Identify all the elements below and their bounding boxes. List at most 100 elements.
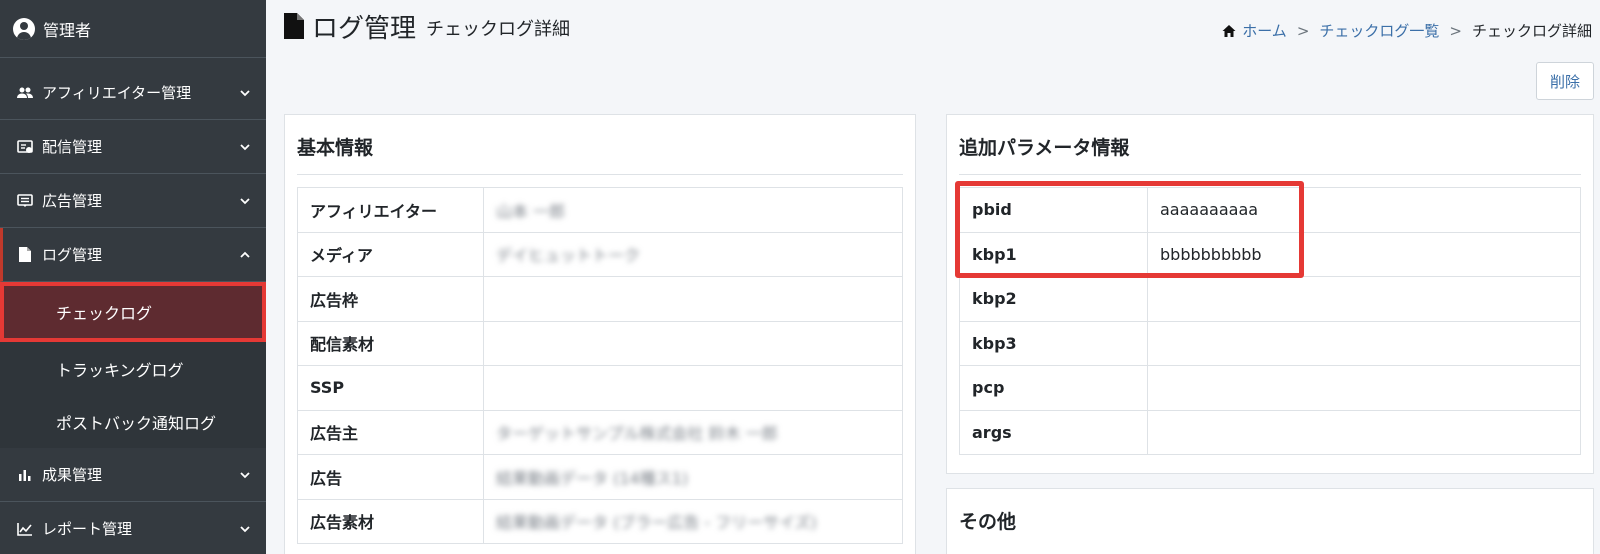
breadcrumb: ホーム > チェックログ一覧 > チェックログ詳細 (1222, 20, 1592, 41)
breadcrumb-home-link[interactable]: ホーム (1242, 20, 1287, 41)
card-body: アフィリエイター 山本 一郎 メディア デイヒュットトーク 広告枠 配信素材 SSP 広告主タ… (285, 187, 915, 544)
extra-params-table: pbid aaaaaaaaaa kbp1 bbbbbbbbbb kbp2 kbp3 pcp a… (959, 187, 1581, 455)
table-row: 配信素材 (297, 320, 903, 366)
redacted-value: 結果動画データ (14種ス1) (496, 468, 689, 488)
sidebar-item-label: アフィリエイター管理 (42, 84, 192, 102)
field-value: 結果動画データ (14種ス1) (483, 454, 903, 500)
sidebar-item-delivery[interactable]: 配信管理 (0, 120, 266, 174)
field-key: args (959, 409, 1148, 455)
table-row: pcp (959, 365, 1581, 411)
sidebar: 管理者 アフィリエイター管理 配信管理 広告管理 ログ管理 チェックログ トラッ… (0, 0, 266, 554)
main-content: ログ管理 チェックログ詳細 ホーム > チェックログ一覧 > チェックログ詳細 … (266, 0, 1600, 554)
chevron-down-icon (240, 143, 250, 150)
field-key: 広告枠 (297, 276, 484, 322)
ad-icon (16, 192, 34, 210)
sidebar-item-reports[interactable]: レポート管理 (0, 502, 266, 554)
redacted-value: 山本 一郎 (496, 201, 566, 221)
card-title: 追加パラメータ情報 (959, 115, 1581, 175)
page-subtitle: チェックログ詳細 (426, 19, 571, 40)
user-name: 管理者 (43, 20, 92, 40)
table-row: kbp2 (959, 276, 1581, 322)
chevron-down-icon (240, 525, 250, 532)
sidebar-item-label: 配信管理 (42, 138, 103, 156)
chevron-up-icon (240, 251, 250, 258)
field-value (1147, 276, 1581, 322)
sidebar-subitem-check-log[interactable]: チェックログ (0, 282, 266, 342)
redacted-value: デイヒュットトーク (496, 246, 641, 266)
table-row: メディア デイヒュットトーク (297, 231, 903, 277)
delete-button[interactable]: 削除 (1536, 62, 1594, 100)
field-key: pcp (959, 365, 1148, 411)
sidebar-item-results[interactable]: 成果管理 (0, 448, 266, 502)
breadcrumb-separator: > (1449, 21, 1462, 40)
file-icon (284, 13, 304, 39)
field-key: SSP (297, 365, 484, 411)
user-panel[interactable]: 管理者 (0, 0, 266, 58)
line-chart-icon (16, 520, 34, 538)
table-row: 広告枠 (297, 276, 903, 322)
table-row: args (959, 409, 1581, 455)
page-title: ログ管理 (312, 14, 417, 44)
breadcrumb-separator: > (1296, 21, 1310, 40)
extra-params-card: 追加パラメータ情報 pbid aaaaaaaaaa kbp1 bbbbbbbbbb kb… (946, 114, 1594, 474)
field-key: 広告主 (297, 409, 484, 455)
field-value (483, 320, 903, 366)
field-value: ターゲットサンプル株式会社 鈴木 一郎 (483, 409, 903, 455)
table-row: 広告主 ターゲットサンプル株式会社 鈴木 一郎 (297, 409, 903, 455)
sidebar-item-label: レポート管理 (42, 520, 133, 538)
file-icon (16, 246, 34, 264)
field-value (1147, 365, 1581, 411)
home-icon (1222, 24, 1236, 37)
field-key: メディア (297, 231, 484, 277)
sidebar-subitem-postback-log[interactable]: ポストバック通知ログ (0, 395, 266, 448)
table-row: pbid aaaaaaaaaa (959, 187, 1581, 233)
field-value (483, 365, 903, 411)
log-submenu: チェックログ トラッキングログ ポストバック通知ログ (0, 282, 266, 448)
breadcrumb-list-link[interactable]: チェックログ一覧 (1319, 20, 1439, 41)
card-title: 基本情報 (297, 115, 903, 175)
field-value: 山本 一郎 (483, 187, 903, 233)
basic-info-card: 基本情報 アフィリエイター 山本 一郎 メディア デイヒュットトーク 広告枠 配信素材 SS… (284, 114, 916, 554)
card-body: pbid aaaaaaaaaa kbp1 bbbbbbbbbb kbp2 kbp3 pcp a… (947, 187, 1593, 455)
table-row: 広告素材 結果動画データ (ブラー広告 - フリーサイズ) (297, 498, 903, 544)
chevron-down-icon (240, 197, 250, 204)
other-card: その他 (946, 488, 1594, 554)
field-value (1147, 409, 1581, 455)
table-row: SSP (297, 365, 903, 411)
bar-chart-icon (16, 466, 34, 484)
field-key: アフィリエイター (297, 187, 484, 233)
breadcrumb-current: チェックログ詳細 (1471, 22, 1592, 40)
basic-info-table: アフィリエイター 山本 一郎 メディア デイヒュットトーク 広告枠 配信素材 SSP 広告主タ… (297, 187, 903, 544)
field-value (1147, 320, 1581, 366)
table-row: kbp1 bbbbbbbbbb (959, 231, 1581, 277)
chevron-down-icon (240, 89, 250, 96)
field-value: bbbbbbbbbb (1147, 231, 1581, 277)
page-header: ログ管理 チェックログ詳細 (284, 8, 570, 45)
field-key: pbid (959, 187, 1148, 233)
user-circle-icon (13, 17, 35, 40)
chevron-down-icon (240, 471, 250, 478)
field-key: kbp1 (959, 231, 1148, 277)
table-row: 広告 結果動画データ (14種ス1) (297, 454, 903, 500)
field-key: kbp2 (959, 276, 1148, 322)
sidebar-item-affiliate[interactable]: アフィリエイター管理 (0, 66, 266, 120)
sidebar-item-label: ログ管理 (42, 246, 103, 264)
delivery-icon (16, 138, 34, 156)
card-title: その他 (959, 511, 1017, 533)
redacted-value: 結果動画データ (ブラー広告 - フリーサイズ) (496, 513, 817, 533)
field-value: aaaaaaaaaa (1147, 187, 1581, 233)
redacted-value: ターゲットサンプル株式会社 鈴木 一郎 (496, 424, 778, 444)
field-key: 広告素材 (297, 498, 484, 544)
field-value: 結果動画データ (ブラー広告 - フリーサイズ) (483, 498, 903, 544)
sidebar-item-logs[interactable]: ログ管理 (0, 228, 266, 282)
sidebar-item-ads[interactable]: 広告管理 (0, 174, 266, 228)
field-value: デイヒュットトーク (483, 231, 903, 277)
field-key: kbp3 (959, 320, 1148, 366)
field-key: 広告 (297, 454, 484, 500)
users-icon (16, 84, 34, 102)
sidebar-item-label: 成果管理 (42, 466, 103, 484)
sidebar-subitem-tracking-log[interactable]: トラッキングログ (0, 342, 266, 395)
field-value (483, 276, 903, 322)
sidebar-item-label: 広告管理 (42, 192, 103, 210)
table-row: kbp3 (959, 320, 1581, 366)
